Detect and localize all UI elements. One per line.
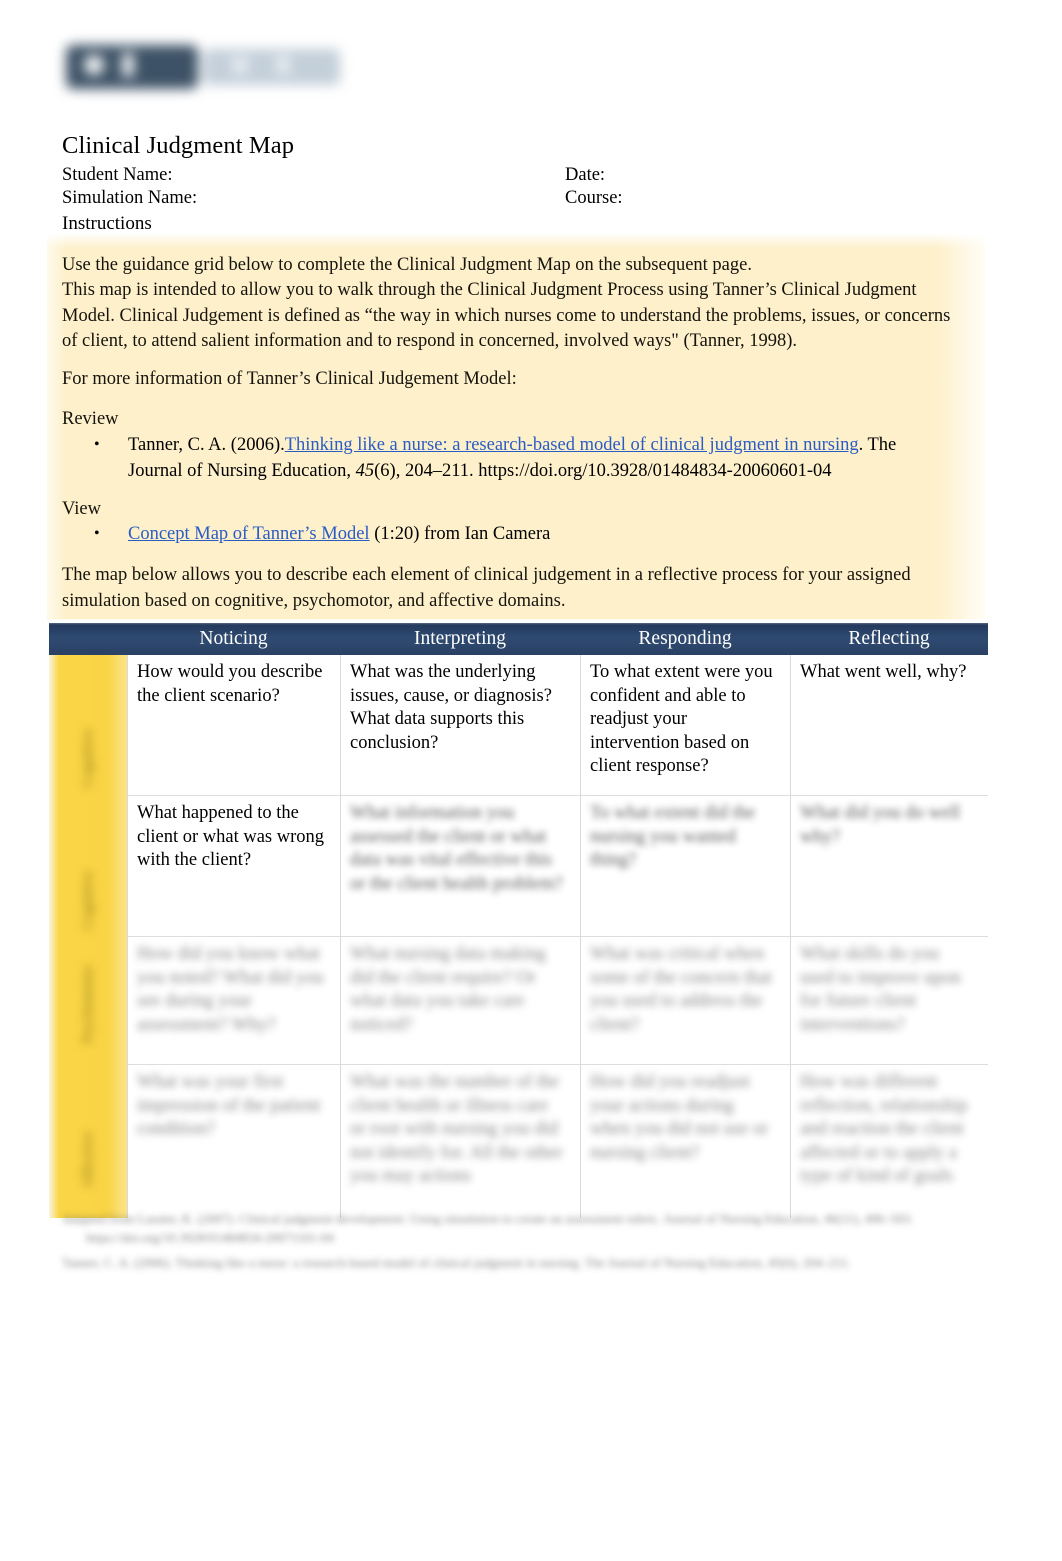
cell-r3-responding[interactable]: What was critical when some of the conce… — [580, 937, 790, 1064]
reference-item-tanner: • Tanner, C. A. (2006).Thinking like a n… — [94, 433, 934, 484]
footnote-line-1: Adapted from Lasater, K. (2007). Clinica… — [62, 1211, 914, 1245]
document-page: Clinical Judgment Map Student Name: Date… — [0, 0, 1062, 1561]
reference-item-concept-map: • Concept Map of Tanner’s Model (1:20) f… — [94, 522, 794, 548]
grid-header-reflecting: Reflecting — [848, 628, 930, 649]
cell-r1-interpreting[interactable]: What was the underlying issues, cause, o… — [340, 655, 580, 795]
footnote-line-2: Tanner, C. A. (2006). Thinking like a nu… — [62, 1255, 851, 1270]
grid-body: How would you describe the client scenar… — [127, 655, 988, 1218]
cell-r1-noticing[interactable]: How would you describe the client scenar… — [127, 655, 340, 795]
logo-glyph-bar — [122, 53, 134, 77]
cell-r2-responding[interactable]: To what extent did the nursing you wante… — [580, 796, 790, 936]
cell-r1-responding[interactable]: To what extent were you confident and ab… — [580, 655, 790, 795]
cell-r2-interpreting[interactable]: What information you assessed the client… — [340, 796, 580, 936]
side-label-row-1: Cognitive — [80, 728, 96, 788]
simulation-name-label: Simulation Name: — [62, 188, 198, 208]
page-title: Clinical Judgment Map — [62, 132, 295, 159]
grid-header-row: Noticing Interpreting Responding Reflect… — [49, 619, 988, 655]
cell-r3-interpreting[interactable]: What nursing data making did the client … — [340, 937, 580, 1064]
logo-glyph-notch-a — [232, 57, 248, 73]
tanner-citation-prefix: Tanner, C. A. (2006). — [128, 435, 285, 455]
concept-map-suffix: (1:20) from Ian Camera — [369, 524, 551, 544]
reference-tanner-text: Tanner, C. A. (2006).Thinking like a nur… — [128, 433, 934, 484]
tanner-citation-issue-pages: (6), 204–211. https://doi.org/10.3928/01… — [374, 460, 832, 481]
cell-r2-noticing[interactable]: What happened to the client or what was … — [127, 796, 340, 936]
logo-blur-layer — [62, 33, 344, 101]
view-label: View — [62, 499, 101, 519]
cell-r4-noticing[interactable]: What was your first impression of the pa… — [127, 1065, 340, 1218]
instructions-paragraph-4: The map below allows you to describe eac… — [62, 565, 911, 611]
logo-glyph-notch-b — [276, 56, 290, 74]
clinical-judgment-grid: Noticing Interpreting Responding Reflect… — [49, 619, 988, 1218]
institution-logo — [62, 33, 344, 101]
instructions-paragraph-1: Use the guidance grid below to complete … — [62, 255, 752, 275]
concept-map-link[interactable]: Concept Map of Tanner’s Model — [128, 524, 370, 544]
cell-r3-reflecting[interactable]: What skills do you used to improve upon … — [790, 937, 988, 1064]
instructions-paragraph-3: For more information of Tanner’s Clinica… — [62, 369, 517, 389]
logo-glyph-o — [84, 55, 104, 75]
cell-r1-reflecting[interactable]: What went well, why? — [790, 655, 988, 795]
instructions-paragraph-2: This map is intended to allow you to wal… — [62, 280, 951, 351]
instructions-heading: Instructions — [62, 213, 152, 234]
bullet-icon: • — [94, 436, 100, 453]
bullet-icon: • — [94, 525, 100, 542]
logo-secondary-mark — [204, 49, 340, 85]
date-label: Date: — [565, 165, 606, 185]
tanner-citation-volume: 45 — [355, 460, 375, 481]
tanner-article-link[interactable]: Thinking like a nurse: a research-based … — [285, 435, 859, 455]
cell-r4-interpreting[interactable]: What was the number of the client health… — [340, 1065, 580, 1218]
course-label: Course: — [565, 188, 623, 208]
footnotes-block: Adapted from Lasater, K. (2007). Clinica… — [62, 1209, 987, 1278]
student-name-label: Student Name: — [62, 165, 173, 185]
side-label-row-3: Psychomotor — [80, 964, 96, 1044]
cell-r2-reflecting[interactable]: What did you do well why? — [790, 796, 988, 936]
cell-r4-reflecting[interactable]: How was different reflection, relationsh… — [790, 1065, 988, 1218]
reference-concept-map-text: Concept Map of Tanner’s Model (1:20) fro… — [128, 522, 794, 548]
cell-r3-noticing[interactable]: How did you know what you noted? What di… — [127, 937, 340, 1064]
grid-header-interpreting: Interpreting — [413, 628, 507, 649]
cell-r4-responding[interactable]: How did you readjust your actions during… — [580, 1065, 790, 1218]
grid-header-responding: Responding — [638, 628, 732, 649]
review-label: Review — [62, 409, 119, 429]
grid-header-noticing: Noticing — [199, 628, 268, 649]
grid-domain-sidebar: Cognitive Cognitive Psychomotor Affectiv… — [49, 655, 127, 1218]
